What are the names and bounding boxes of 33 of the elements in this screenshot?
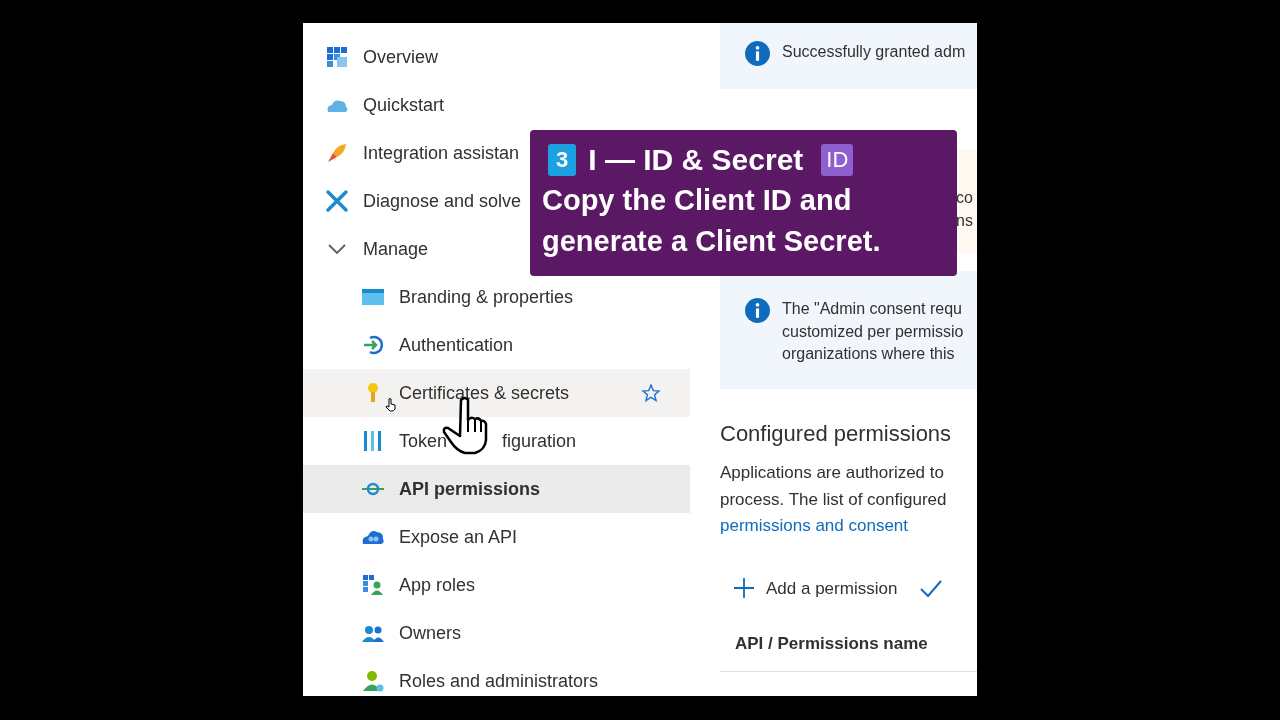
description: Applications are authorized to process. The list of configured permissions and consent bbox=[720, 462, 948, 537]
grid-icon bbox=[325, 45, 349, 69]
info-icon bbox=[745, 41, 770, 66]
sign-in-icon bbox=[361, 333, 385, 357]
notice-text: The "Admin consent requ customized per permissio organizations where this bbox=[782, 299, 964, 364]
person-icon bbox=[361, 669, 385, 693]
add-permission-button[interactable]: Add a permission bbox=[732, 575, 898, 601]
callout-text: Copy the Client ID and generate a Client Secret. bbox=[542, 183, 882, 259]
info-icon bbox=[745, 298, 770, 323]
menu-item[interactable]: Expose an API bbox=[303, 513, 690, 561]
menu-item[interactable]: Branding & properties bbox=[303, 273, 690, 321]
roles-icon bbox=[361, 573, 385, 597]
star-icon[interactable] bbox=[641, 383, 661, 403]
menu-label: Token bbox=[399, 429, 448, 453]
menu-item[interactable]: Owners bbox=[303, 609, 690, 657]
section-title: Configured permissions bbox=[720, 420, 953, 448]
menu-item[interactable]: API permissions bbox=[303, 465, 690, 513]
notice-text: Successfully granted adm bbox=[782, 42, 966, 62]
step-badge: 3 bbox=[548, 144, 577, 176]
menu-item[interactable]: App roles bbox=[303, 561, 690, 609]
menu-item[interactable]: Certificates & secrets bbox=[303, 369, 690, 417]
pointer-cursor-icon bbox=[385, 398, 397, 412]
notice-text: co ns bbox=[956, 188, 973, 231]
column-header: API / Permissions name bbox=[735, 634, 928, 653]
id-badge: ID bbox=[821, 144, 854, 176]
plus-icon bbox=[732, 576, 756, 601]
menu-item[interactable]: Authentication bbox=[303, 321, 690, 369]
menu-item[interactable]: Roles and administrators bbox=[303, 657, 690, 696]
callout-title: I — ID & Secret bbox=[588, 142, 804, 178]
menu-label: figuration bbox=[502, 429, 577, 453]
menu-item[interactable]: Overview bbox=[303, 33, 690, 81]
docs-link[interactable]: permissions and consent bbox=[720, 516, 909, 535]
menu-item[interactable]: Quickstart bbox=[303, 81, 690, 129]
